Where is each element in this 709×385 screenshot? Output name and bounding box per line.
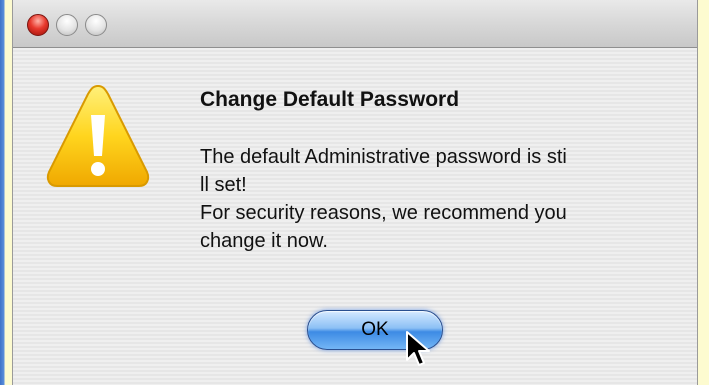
message-line: change it now.: [200, 230, 328, 252]
dialog-title: Change Default Password: [200, 88, 460, 111]
message-line: For security reasons, we recommend you: [200, 202, 567, 224]
message-line: The default Administrative password is s…: [200, 146, 567, 168]
message-line: ll set!: [200, 174, 247, 196]
background-window-edge: [0, 0, 12, 385]
mouse-pointer-icon: [406, 331, 430, 366]
zoom-button[interactable]: [85, 14, 107, 36]
title-bar[interactable]: [13, 0, 697, 48]
alert-dialog-window: Change Default Password The default Admi…: [12, 0, 698, 385]
warning-icon: [46, 84, 150, 187]
minimize-button[interactable]: [56, 14, 78, 36]
dialog-message: The default Administrative password is s…: [200, 143, 690, 255]
close-button[interactable]: [27, 14, 49, 36]
